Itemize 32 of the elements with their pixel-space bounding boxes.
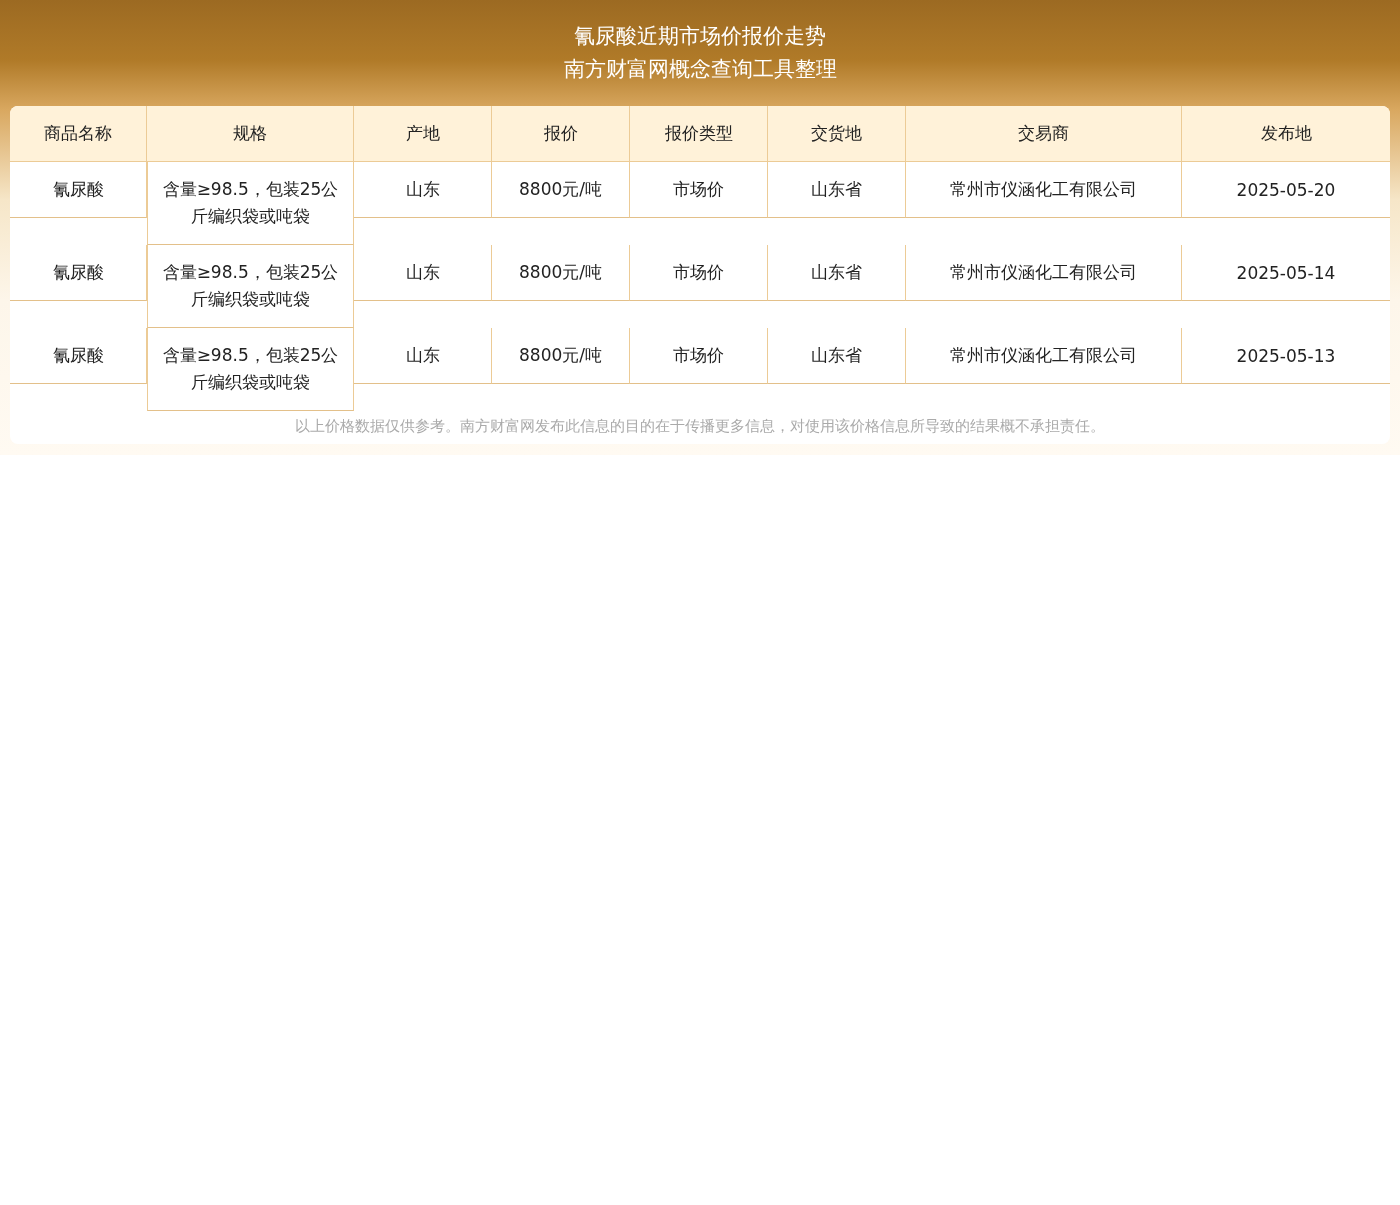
table-cell: 常州市仪涵化工有限公司	[906, 162, 1182, 218]
page-title: 氰尿酸近期市场价报价走势	[573, 23, 827, 50]
table-cell: 市场价	[630, 162, 768, 218]
column-header: 发布地	[1259, 122, 1313, 145]
table-cell: 氰尿酸	[10, 162, 147, 218]
column-header: 商品名称	[10, 106, 147, 161]
table-cell: 山东	[354, 245, 492, 301]
table-cell: 常州市仪涵化工有限公司	[906, 328, 1182, 384]
column-header: 产地	[354, 106, 492, 161]
table-cell: 8800元/吨	[492, 328, 630, 384]
table-cell: 氰尿酸	[10, 328, 147, 384]
column-header: 报价	[492, 106, 630, 161]
column-header: 报价类型	[630, 106, 768, 161]
table-cell: 含量≥98.5，包装25公斤编织袋或吨袋	[147, 328, 354, 411]
column-header: 规格	[147, 106, 354, 161]
column-header: 交易商	[906, 106, 1182, 161]
table-cell: 市场价	[630, 245, 768, 301]
table-cell: 含量≥98.5，包装25公斤编织袋或吨袋	[147, 162, 354, 245]
table-cell: 8800元/吨	[492, 162, 630, 218]
disclaimer-text: 以上价格数据仅供参考。南方财富网发布此信息的目的在于传播更多信息，对使用该价格信息所导致的结果概不承担责任。	[294, 416, 1106, 437]
page-subtitle: 南方财富网概念查询工具整理	[562, 56, 838, 83]
table-cell: 常州市仪涵化工有限公司	[906, 245, 1182, 301]
table-cell: 山东省	[768, 328, 906, 384]
table-cell: 氰尿酸	[10, 245, 147, 301]
table-cell: 山东省	[768, 245, 906, 301]
table-cell: 市场价	[630, 328, 768, 384]
column-header: 交货地	[768, 106, 906, 161]
table-cell: 含量≥98.5，包装25公斤编织袋或吨袋	[147, 245, 354, 328]
table-cell: 山东	[354, 162, 492, 218]
table-cell: 山东省	[768, 162, 906, 218]
table-cell: 山东	[354, 328, 492, 384]
table-cell: 8800元/吨	[492, 245, 630, 301]
